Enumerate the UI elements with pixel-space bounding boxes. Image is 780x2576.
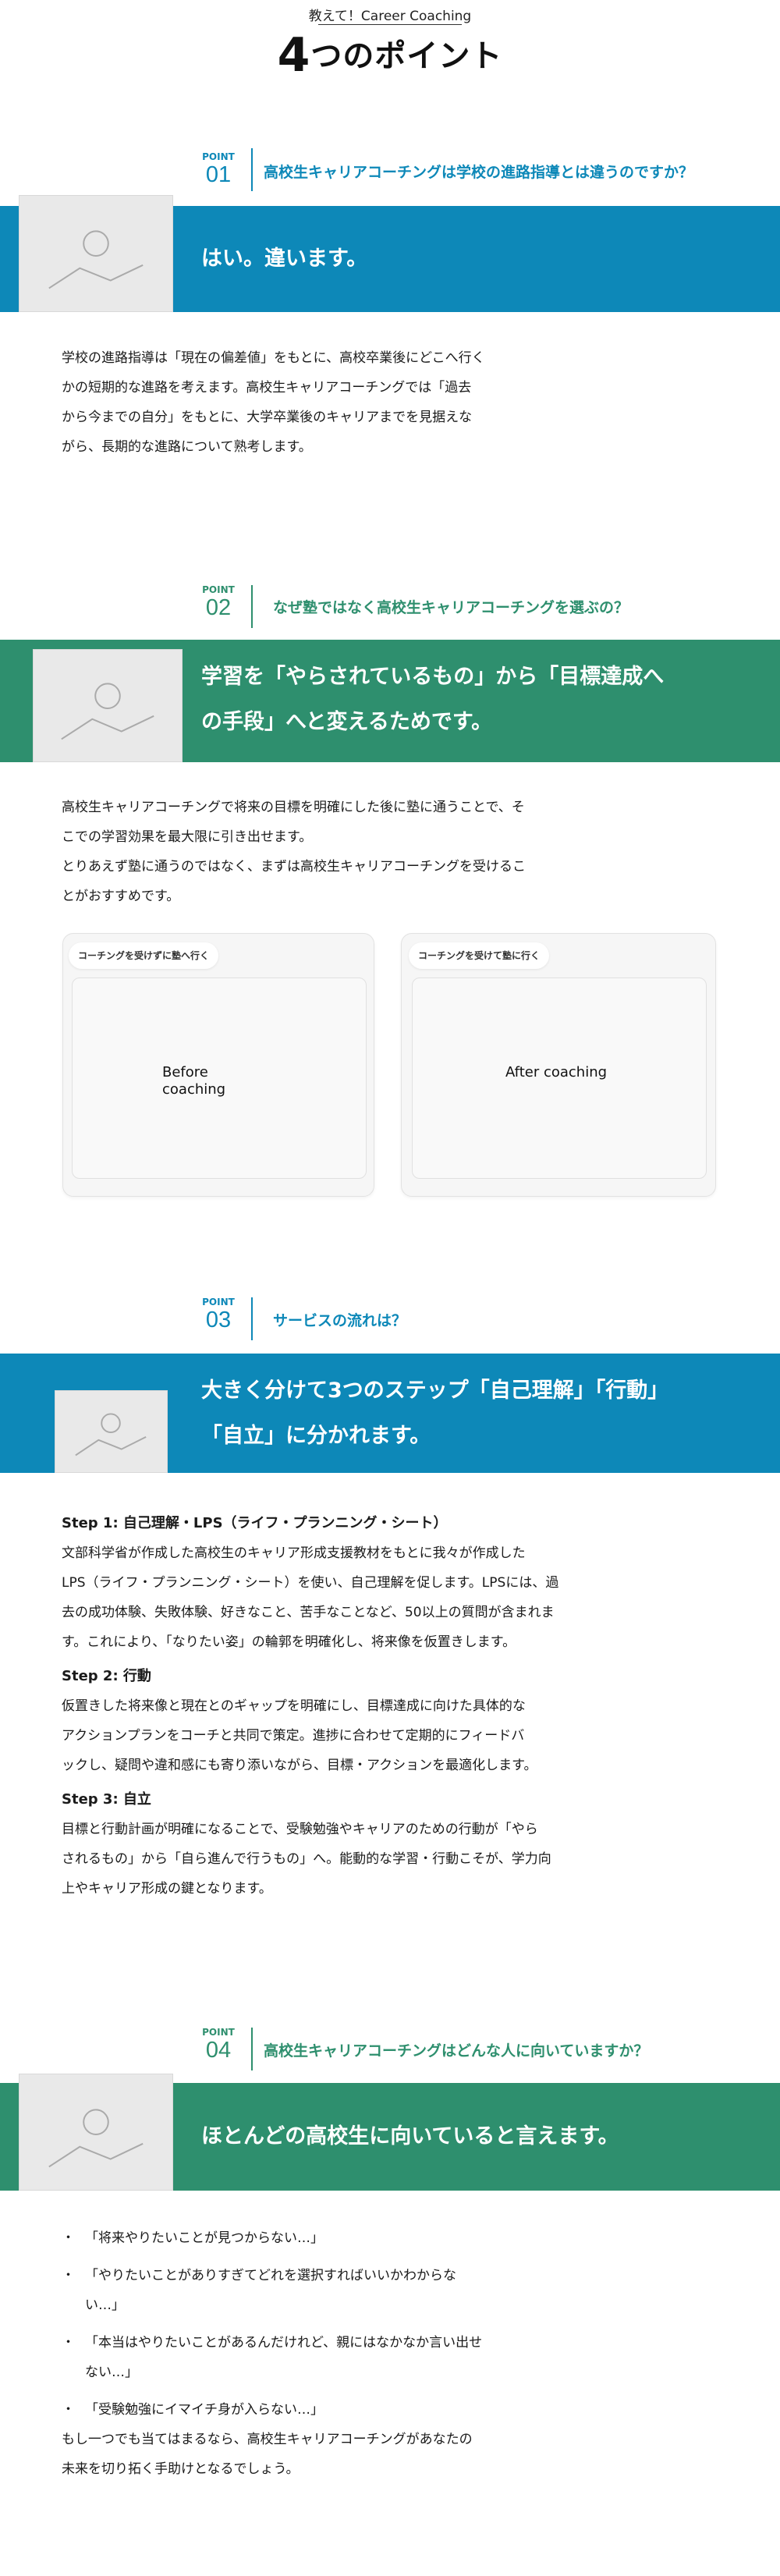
body-line: 文部科学省が作成した高校生のキャリア形成支援教材をもとに我々が作成した xyxy=(62,1545,526,1561)
body-line: 高校生キャリアコーチングで将来の目標を明確にした後に塾に通うことで、そ xyxy=(62,800,525,815)
body-line: とりあえず塾に通うのではなく、まずは高校生キャリアコーチングを受けるこ xyxy=(62,859,526,875)
card-pill: コーチングを受けて塾に行く xyxy=(409,942,550,969)
point-divider xyxy=(251,2028,253,2070)
point-04-marker: POINT 04 xyxy=(199,2027,238,2063)
card-caption: Before coaching xyxy=(162,1064,226,1098)
point-label: POINT xyxy=(202,584,235,595)
body-line: かの短期的な進路を考えます。高校生キャリアコーチングでは「過去 xyxy=(62,380,472,396)
bullet-text: 「やりたいことがありすぎてどれを選択すればいいかわからな xyxy=(85,2268,456,2283)
point-03-steps: Step 1: 自己理解・LPS（ライフ・プランニング・シート） 文部科学省が作… xyxy=(62,1509,558,1904)
point-label: POINT xyxy=(202,151,235,162)
point-label: POINT xyxy=(202,1297,235,1308)
point-divider xyxy=(251,585,253,628)
answer-line: 大きく分けて3つのステップ「自己理解」「行動」 xyxy=(201,1378,669,1403)
body-line: されるもの」から「自ら進んで行うもの」へ。能動的な学習・行動こそが、学力向 xyxy=(62,1851,551,1867)
point-divider xyxy=(251,148,253,191)
page-title: 4つのポイント xyxy=(0,28,780,83)
body-line: アクションプランをコーチと共同で策定。進捗に合わせて定期的にフィードバ xyxy=(62,1728,525,1744)
bullet-item: 「本当はやりたいことがあるんだけれど、親にはなかなか言い出せない…」 xyxy=(62,2328,623,2387)
body-line: もし一つでも当てはまるなら、高校生キャリアコーチングがあなたの xyxy=(62,2432,473,2447)
answer-line: 「自立」に分かれます。 xyxy=(201,1424,431,1448)
body-line: がら、長期的な進路について熟考します。 xyxy=(62,439,312,455)
body-line: から今までの自分」をもとに、大学卒業後のキャリアまでを見据えな xyxy=(62,410,473,425)
body-line: 目標と行動計画が明確になることで、受験勉強やキャリアのための行動が「やら xyxy=(62,1822,538,1837)
point-04-question: 高校生キャリアコーチングはどんな人に向いていますか？ xyxy=(264,2042,649,2060)
body-line: こでの学習効果を最大限に引き出せます。 xyxy=(62,829,313,845)
body-line: す。これにより、「なりたい姿」の輪郭を明確化し、将来像を仮置きします。 xyxy=(62,1634,516,1650)
point-03-answer: 大きく分けて3つのステップ「自己理解」「行動」 「自立」に分かれます。 xyxy=(201,1368,668,1459)
image-placeholder-icon xyxy=(19,195,173,312)
point-01-marker: POINT 01 xyxy=(199,151,238,188)
point-number: 02 xyxy=(205,595,232,620)
bullet-text: 「受験勉強にイマイチ身が入らない…」 xyxy=(85,2402,324,2418)
point-04-answer: ほとんどの高校生に向いていると言えます。 xyxy=(201,2124,619,2148)
point-02-answer: 学習を「やらされているもの」から「目標達成へ の手段」へと変えるためです。 xyxy=(201,655,664,745)
body-line: とがおすすめです。 xyxy=(62,889,180,904)
header-underline xyxy=(318,24,462,25)
body-line: 学校の進路指導は「現在の偏差値」をもとに、高校卒業後にどこへ行く xyxy=(62,350,485,366)
point-03-marker: POINT 03 xyxy=(199,1297,238,1333)
point-label: POINT xyxy=(202,2027,235,2038)
image-placeholder-icon xyxy=(33,649,183,762)
bullet-text: 「将来やりたいことが見つからない…」 xyxy=(85,2230,324,2246)
bullet-text: ない…」 xyxy=(85,2365,138,2380)
bullet-item: 「受験勉強にイマイチ身が入らない…」 xyxy=(62,2395,623,2425)
point-01-question: 高校生キャリアコーチングは学校の進路指導とは違うのですか？ xyxy=(264,164,694,181)
image-placeholder-icon xyxy=(19,2074,173,2191)
point-02-question: なぜ塾ではなく高校生キャリアコーチングを選ぶの？ xyxy=(273,599,629,616)
body-line: 未来を切り拓く手助けとなるでしょう。 xyxy=(62,2461,300,2477)
answer-line: 学習を「やらされているもの」から「目標達成へ xyxy=(201,665,665,689)
body-line: 仮置きした将来像と現在とのギャップを明確にし、目標達成に向けた具体的な xyxy=(62,1698,526,1714)
point-01-body: 学校の進路指導は「現在の偏差値」をもとに、高校卒業後にどこへ行く かの短期的な進… xyxy=(62,343,485,462)
bullet-item: 「やりたいことがありすぎてどれを選択すればいいかわからない…」 xyxy=(62,2261,623,2320)
point-number: 01 xyxy=(205,162,232,187)
title-number: 4 xyxy=(277,28,311,83)
body-line: 上やキャリア形成の鍵となります。 xyxy=(62,1881,272,1897)
point-01-answer: はい。違います。 xyxy=(201,247,368,271)
bullet-item: 「将来やりたいことが見つからない…」 xyxy=(62,2223,623,2253)
point-04-closing: もし一つでも当てはまるなら、高校生キャリアコーチングがあなたの 未来を切り拓く手… xyxy=(62,2425,473,2484)
step-title: Step 1: 自己理解・LPS（ライフ・プランニング・シート） xyxy=(62,1515,448,1531)
body-line: ックし、疑問や違和感にも寄り添いながら、目標・アクションを最適化します。 xyxy=(62,1758,537,1773)
card-pill: コーチングを受けずに塾へ行く xyxy=(69,942,219,969)
page: { "header": { "subtitle": "教えて！Career Co… xyxy=(0,0,780,2576)
point-02-body: 高校生キャリアコーチングで将来の目標を明確にした後に塾に通うことで、そ こでの学… xyxy=(62,793,526,911)
point-number: 03 xyxy=(205,1308,232,1332)
image-placeholder-icon xyxy=(55,1390,168,1473)
title-text: つのポイント xyxy=(310,38,503,74)
step-title: Step 3: 自立 xyxy=(62,1791,151,1808)
point-04-bullets: 「将来やりたいことが見つからない…」 「やりたいことがありすぎてどれを選択すれば… xyxy=(62,2223,623,2432)
body-line: LPS（ライフ・プランニング・シート）を使い、自己理解を促します。LPSには、過 xyxy=(62,1575,559,1591)
answer-line: の手段」へと変えるためです。 xyxy=(201,710,493,734)
body-line: 去の成功体験、失敗体験、好きなこと、苦手なことなど、50以上の質問が含まれま xyxy=(62,1605,555,1620)
header-subtitle: 教えて！Career Coaching xyxy=(308,9,472,24)
point-03-question: サービスの流れは？ xyxy=(273,1312,407,1329)
point-number: 04 xyxy=(205,2038,232,2063)
card-caption: After coaching xyxy=(505,1064,608,1080)
step-title: Step 2: 行動 xyxy=(62,1668,151,1684)
bullet-text: い…」 xyxy=(85,2297,125,2313)
bullet-text: 「本当はやりたいことがあるんだけれど、親にはなかなか言い出せ xyxy=(85,2335,483,2351)
point-02-marker: POINT 02 xyxy=(199,584,238,621)
point-divider xyxy=(251,1297,253,1340)
